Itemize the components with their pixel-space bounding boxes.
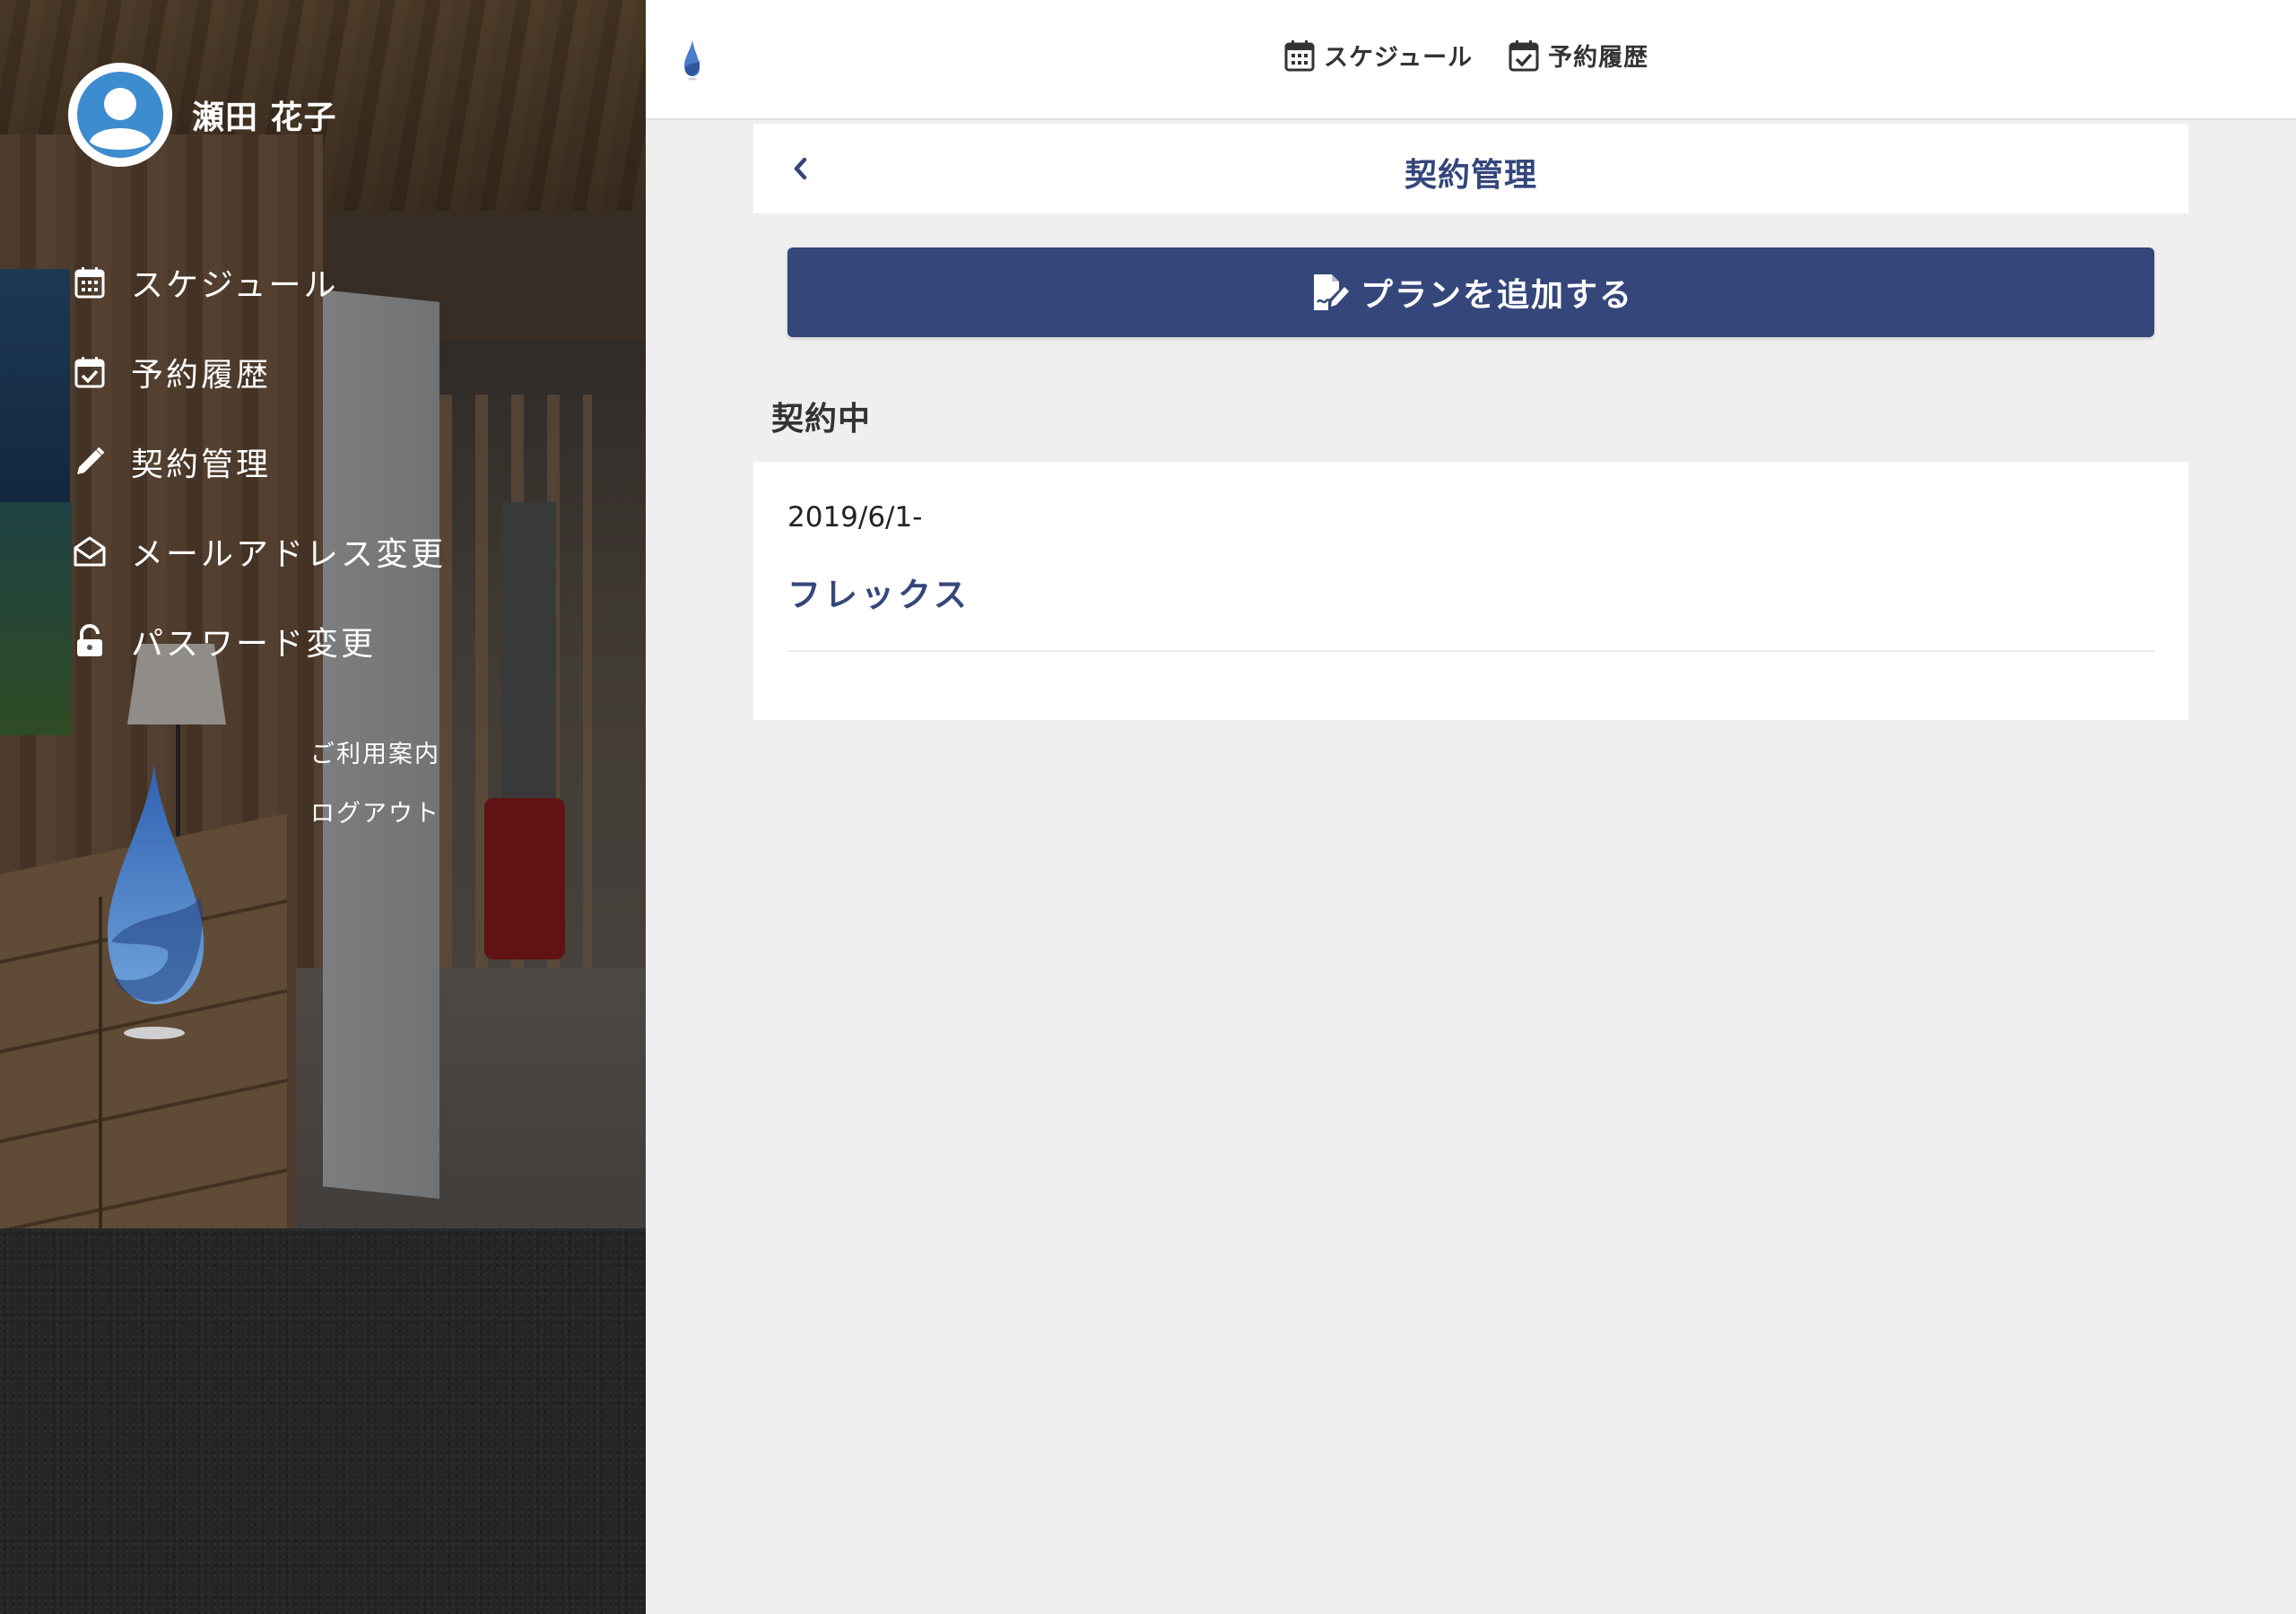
calendar-icon (72, 265, 108, 300)
user-name: 瀬田 花子 (192, 100, 337, 136)
add-plan-label: プランを追加する (1360, 277, 1633, 314)
sidebar-item-reservation-history[interactable]: 予約履歴 (72, 327, 446, 417)
sidebar-item-label: スケジュール (131, 267, 339, 304)
top-bar: スケジュール 予約履歴 (646, 0, 2296, 120)
logout-link[interactable]: ログアウト (310, 794, 440, 854)
sidebar-item-label: 予約履歴 (131, 357, 272, 394)
guide-link[interactable]: ご利用案内 (310, 735, 440, 794)
sidebar-item-label: 契約管理 (131, 447, 272, 483)
unlock-icon (72, 623, 108, 659)
page-header: 契約管理 (753, 124, 2188, 213)
sidebar-item-contract-management[interactable]: 契約管理 (72, 417, 446, 507)
pencil-icon (72, 444, 108, 480)
section-title: 契約中 (771, 401, 872, 438)
sidebar-item-email-change[interactable]: メールアドレス変更 (72, 507, 446, 596)
top-nav-label: スケジュール (1324, 44, 1474, 72)
calendar-check-icon (1507, 39, 1541, 73)
top-nav-reservation-history[interactable]: 予約履歴 (1507, 38, 1648, 73)
drop-icon (684, 39, 700, 81)
contract-plan-link[interactable]: フレックス (787, 568, 970, 616)
top-nav-label: 予約履歴 (1548, 44, 1649, 72)
sidebar-links: ご利用案内 ログアウト (310, 735, 440, 854)
sidebar-item-schedule[interactable]: スケジュール (72, 238, 446, 327)
sidebar-item-label: パスワード変更 (131, 626, 377, 663)
top-nav: スケジュール 予約履歴 (1283, 38, 1683, 73)
sidebar-item-password-change[interactable]: パスワード変更 (72, 596, 446, 686)
file-signature-icon (1309, 270, 1353, 315)
envelope-open-icon (72, 534, 108, 569)
top-nav-schedule[interactable]: スケジュール (1283, 38, 1473, 73)
add-plan-button[interactable]: プランを追加する (787, 247, 2154, 337)
page-title: 契約管理 (1404, 157, 1537, 194)
avatar (68, 63, 172, 167)
sidebar-item-label: メールアドレス変更 (131, 536, 447, 573)
app-logo[interactable] (682, 38, 703, 84)
divider (787, 650, 2154, 652)
contract-date: 2019/6/1- (787, 501, 923, 534)
user-icon (77, 72, 163, 158)
calendar-check-icon (72, 354, 108, 390)
sidebar-nav: スケジュール 予約履歴 契約管理 メールアドレス変更 パスワード変更 (72, 238, 446, 686)
calendar-icon (1283, 39, 1317, 73)
contract-card: 2019/6/1- フレックス (753, 462, 2188, 720)
user-profile: 瀬田 花子 (68, 63, 337, 167)
sidebar: 瀬田 花子 スケジュール 予約履歴 契約管理 メールアドレス変更 パスワード変更… (0, 0, 646, 1614)
drop-logo (100, 762, 208, 1044)
